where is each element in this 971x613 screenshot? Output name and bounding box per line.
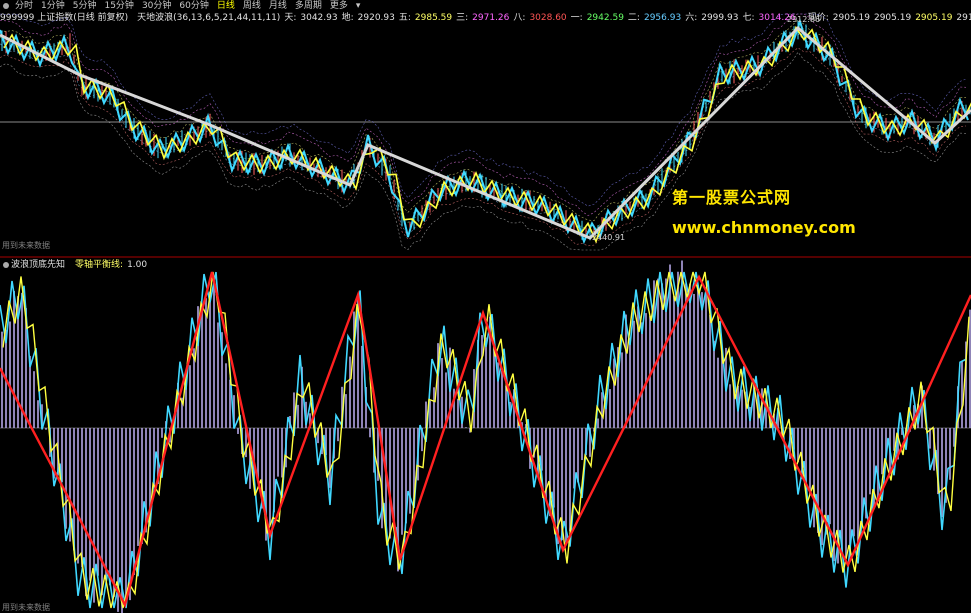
zero-line-value: 1.00	[127, 259, 148, 270]
sub-indicator-name: 波浪顶底先知	[11, 259, 66, 270]
bottom-future-hint: 用到未来数据	[2, 603, 50, 612]
watermark-title: 第一股票公式网	[672, 188, 792, 207]
watermark-url: www.chnmoney.com	[672, 218, 856, 237]
envelope-band-5	[0, 47, 967, 247]
wave-line-cyan	[0, 18, 969, 245]
chart-canvas	[0, 13, 971, 613]
low-price-label: 2440.91	[592, 233, 626, 242]
sub-settings-dot-icon[interactable]	[3, 262, 9, 268]
top-future-hint: 用到未来数据	[2, 241, 50, 250]
high-price-label: 2912.86	[787, 15, 821, 24]
zero-line-label: 零轴平衡线:	[75, 259, 124, 270]
envelope-band-0	[0, 13, 967, 207]
sub-indicator-bar: 波浪顶底先知 零轴平衡线: 1.00	[0, 259, 151, 271]
